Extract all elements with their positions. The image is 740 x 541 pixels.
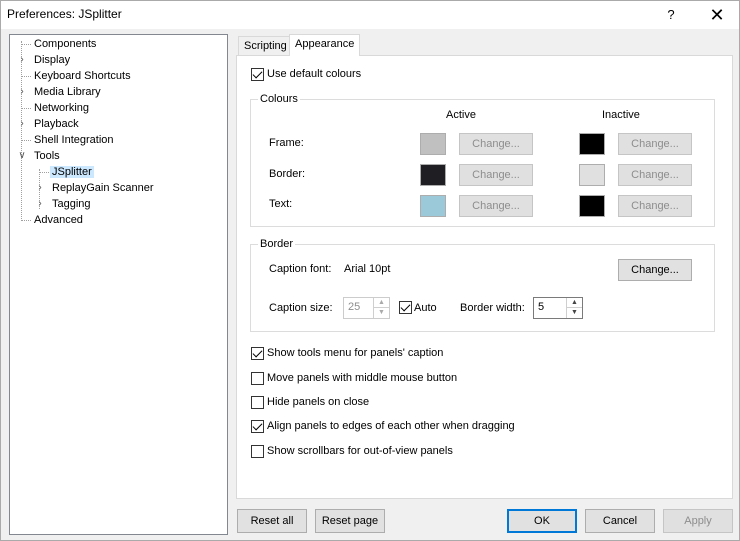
tree-item-media-library[interactable]: Media Library: [32, 84, 103, 100]
align-panels-checkbox[interactable]: [251, 420, 264, 433]
text-active-swatch: [420, 195, 446, 217]
active-header: Active: [446, 109, 476, 121]
text-inactive-change-button[interactable]: Change...: [618, 195, 692, 217]
tree-item-playback[interactable]: Playback: [32, 116, 81, 132]
reset-page-button[interactable]: Reset page: [315, 509, 385, 533]
tree-item-components[interactable]: Components: [32, 36, 98, 52]
show-scrollbars-label: Show scrollbars for out-of-view panels: [267, 445, 453, 457]
chevron-right-icon[interactable]: ›: [17, 116, 27, 132]
caption-font-label: Caption font:: [269, 263, 332, 275]
chevron-right-icon[interactable]: ›: [35, 180, 45, 196]
caption-size-value: 25: [348, 301, 361, 313]
window-title: Preferences: JSplitter: [7, 7, 122, 21]
frame-active-swatch: [420, 133, 446, 155]
frame-inactive-change-button[interactable]: Change...: [618, 133, 692, 155]
text-label: Text:: [269, 198, 293, 210]
show-tools-menu-label: Show tools menu for panels' caption: [267, 347, 444, 359]
tree-item-networking[interactable]: Networking: [32, 100, 91, 116]
border-width-stepper[interactable]: 5 ▲ ▼: [533, 297, 583, 319]
caption-size-up-icon[interactable]: ▲: [374, 298, 389, 308]
auto-label: Auto: [414, 302, 437, 314]
frame-inactive-swatch: [579, 133, 605, 155]
tree-item-display[interactable]: Display: [32, 52, 72, 68]
caption-size-stepper[interactable]: 25 ▲ ▼: [343, 297, 390, 319]
border-width-up-icon[interactable]: ▲: [567, 298, 582, 308]
tree-item-tagging[interactable]: Tagging: [50, 196, 93, 212]
use-default-colours-label: Use default colours: [267, 68, 362, 80]
preferences-tree[interactable]: Components › Display Keyboard Shortcuts …: [9, 34, 228, 535]
hide-panels-label: Hide panels on close: [267, 396, 370, 408]
apply-button[interactable]: Apply: [663, 509, 733, 533]
caption-size-label: Caption size:: [269, 302, 333, 314]
close-icon[interactable]: ✕: [695, 1, 739, 29]
align-panels-label: Align panels to edges of each other when…: [267, 420, 515, 432]
text-active-change-button[interactable]: Change...: [459, 195, 533, 217]
border-group-title: Border: [258, 238, 296, 250]
chevron-right-icon[interactable]: ›: [17, 52, 27, 68]
tab-scripting[interactable]: Scripting: [238, 36, 293, 57]
tree-item-tools[interactable]: Tools: [32, 148, 62, 164]
ok-button[interactable]: OK: [507, 509, 577, 533]
inactive-header: Inactive: [602, 109, 640, 121]
tab-appearance[interactable]: Appearance: [289, 34, 361, 56]
auto-checkbox[interactable]: [399, 301, 412, 314]
show-scrollbars-checkbox[interactable]: [251, 445, 264, 458]
reset-all-button[interactable]: Reset all: [237, 509, 307, 533]
tree-item-advanced[interactable]: Advanced: [32, 212, 85, 228]
border-active-swatch: [420, 164, 446, 186]
tree-item-keyboard-shortcuts[interactable]: Keyboard Shortcuts: [32, 68, 133, 84]
tree-item-replaygain-scanner[interactable]: ReplayGain Scanner: [50, 180, 156, 196]
border-inactive-change-button[interactable]: Change...: [618, 164, 692, 186]
border-inactive-swatch: [579, 164, 605, 186]
use-default-colours-checkbox[interactable]: [251, 68, 264, 81]
preferences-window: Preferences: JSplitter ? ✕ Components › …: [0, 0, 740, 541]
help-icon[interactable]: ?: [649, 1, 693, 29]
move-panels-checkbox[interactable]: [251, 372, 264, 385]
tree-item-jsplitter[interactable]: JSplitter: [50, 164, 94, 180]
border-label: Border:: [269, 168, 306, 180]
caption-size-down-icon[interactable]: ▼: [374, 308, 389, 318]
border-width-down-icon[interactable]: ▼: [567, 308, 582, 318]
border-group: [250, 244, 715, 332]
border-width-value: 5: [538, 301, 545, 313]
move-panels-label: Move panels with middle mouse button: [267, 372, 458, 384]
tree-item-shell-integration[interactable]: Shell Integration: [32, 132, 116, 148]
caption-font-change-button[interactable]: Change...: [618, 259, 692, 281]
cancel-button[interactable]: Cancel: [585, 509, 655, 533]
caption-font-value: Arial 10pt: [344, 263, 391, 275]
text-inactive-swatch: [579, 195, 605, 217]
chevron-right-icon[interactable]: ›: [17, 84, 27, 100]
chevron-right-icon[interactable]: ›: [35, 196, 45, 212]
border-active-change-button[interactable]: Change...: [459, 164, 533, 186]
title-bar: Preferences: JSplitter ? ✕: [1, 1, 739, 29]
show-tools-menu-checkbox[interactable]: [251, 347, 264, 360]
frame-active-change-button[interactable]: Change...: [459, 133, 533, 155]
appearance-panel: Use default colours Colours Active Inact…: [236, 55, 733, 499]
chevron-down-icon[interactable]: ∨: [17, 148, 27, 164]
hide-panels-checkbox[interactable]: [251, 396, 264, 409]
frame-label: Frame:: [269, 137, 304, 149]
colours-group-title: Colours: [258, 93, 300, 105]
border-width-label: Border width:: [460, 302, 525, 314]
